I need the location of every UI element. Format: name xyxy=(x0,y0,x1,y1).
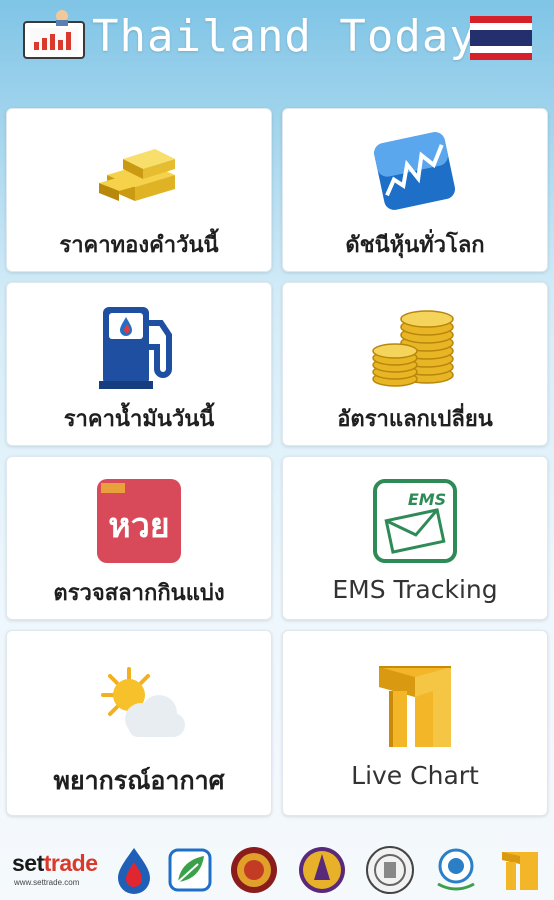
app-title: Thailand Today xyxy=(92,11,477,62)
app-header: Thailand Today xyxy=(0,0,554,80)
ems-mail-icon: EMS xyxy=(373,479,457,563)
thailand-flag-icon xyxy=(470,16,532,60)
live-chart-logo[interactable] xyxy=(494,844,546,896)
settrade-url: www.settrade.com xyxy=(14,878,80,887)
lottery-icon: หวย xyxy=(97,479,181,563)
tile-label: EMS Tracking xyxy=(332,575,498,604)
gold-bars-icon xyxy=(99,149,175,201)
ems-badge-text: EMS xyxy=(408,490,446,509)
tile-world-stock-index[interactable]: ดัชนีหุ้นทั่วโลก xyxy=(282,108,548,272)
tile-ems-tracking[interactable]: EMS EMS Tracking xyxy=(282,456,548,620)
fuel-pump-icon xyxy=(99,307,172,389)
footer-logos: settrade www.settrade.com xyxy=(0,838,554,900)
settrade-prefix: set xyxy=(12,850,44,876)
tile-label: ราคาน้ำมันวันนี้ xyxy=(63,407,215,432)
ptt-logo[interactable] xyxy=(108,844,160,896)
temple-logo[interactable] xyxy=(296,844,348,896)
tile-label: อัตราแลกเปลี่ยน xyxy=(337,407,493,432)
tile-exchange-rate[interactable]: อัตราแลกเปลี่ยน xyxy=(282,282,548,446)
menu-grid: ราคาทองคำวันนี้ ดัชนีหุ้นทั่วโลก ราคาน้ำ… xyxy=(6,108,548,816)
royal-emblem-logo[interactable] xyxy=(228,844,280,896)
tile-gold-price[interactable]: ราคาทองคำวันนี้ xyxy=(6,108,272,272)
tile-oil-price[interactable]: ราคาน้ำมันวันนี้ xyxy=(6,282,272,446)
lottery-badge-text: หวย xyxy=(108,506,169,546)
weather-icon xyxy=(101,667,185,737)
stock-chart-icon xyxy=(374,132,456,210)
seal-logo[interactable] xyxy=(364,844,416,896)
tile-label: ดัชนีหุ้นทั่วโลก xyxy=(345,233,485,258)
tile-label: ตรวจสลากกินแบ่ง xyxy=(53,581,225,606)
coins-icon xyxy=(372,310,454,387)
tile-label: ราคาทองคำวันนี้ xyxy=(59,233,219,258)
settrade-logo[interactable]: settrade xyxy=(12,850,98,877)
leaf-logo[interactable] xyxy=(164,844,216,896)
live-chart-icon xyxy=(379,666,451,747)
ministry-logo[interactable] xyxy=(430,844,482,896)
tile-label: Live Chart xyxy=(351,761,479,790)
settrade-suffix: trade xyxy=(43,850,98,876)
tile-lottery-check[interactable]: หวย ตรวจสลากกินแบ่ง xyxy=(6,456,272,620)
tile-weather-forecast[interactable]: พยากรณ์อากาศ xyxy=(6,630,272,816)
tile-live-chart[interactable]: Live Chart xyxy=(282,630,548,816)
chart-monitor-icon xyxy=(23,10,85,59)
tile-label: พยากรณ์อากาศ xyxy=(53,766,225,795)
